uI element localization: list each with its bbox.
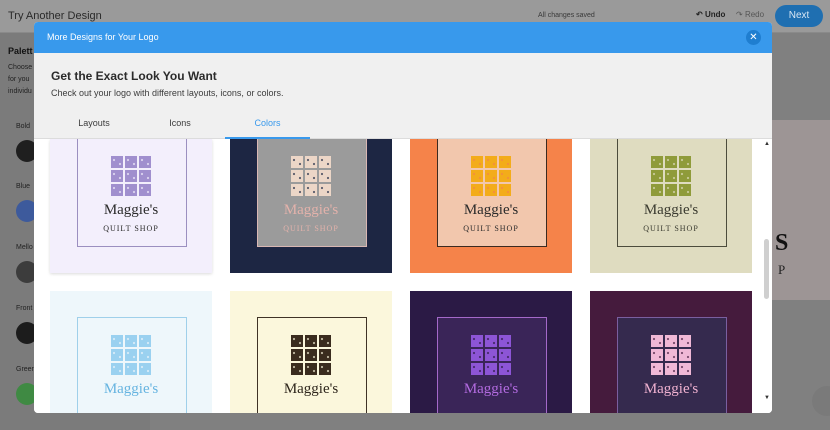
logo-subtitle: QUILT SHOP bbox=[103, 224, 159, 233]
design-tile[interactable]: Maggie's QUILT SHOP bbox=[230, 139, 392, 273]
tab-icons[interactable]: Icons bbox=[140, 116, 220, 139]
design-tile[interactable]: Maggie's bbox=[410, 291, 572, 413]
more-designs-modal: More Designs for Your Logo ✕ Get the Exa… bbox=[34, 22, 772, 413]
palette-label: Mello bbox=[16, 244, 33, 251]
palette-label: Blue bbox=[16, 183, 31, 190]
design-tile[interactable]: Maggie's QUILT SHOP bbox=[590, 139, 752, 273]
scroll-up-arrow-icon[interactable]: ▲ bbox=[764, 141, 770, 147]
logo-name: Maggie's bbox=[283, 381, 339, 397]
logo-subtitle: QUILT SHOP bbox=[643, 224, 699, 233]
preview-text: S bbox=[775, 230, 789, 256]
modal-heading: Get the Exact Look You Want bbox=[51, 69, 217, 83]
close-icon[interactable]: ✕ bbox=[746, 30, 761, 45]
modal-subheading: Check out your logo with different layou… bbox=[51, 88, 284, 98]
logo-name: Maggie's bbox=[103, 381, 159, 397]
quilt-icon bbox=[291, 156, 331, 196]
page-title: Try Another Design bbox=[8, 10, 102, 22]
design-tile[interactable]: Maggie's bbox=[590, 291, 752, 413]
quilt-icon bbox=[651, 156, 691, 196]
tab-layouts[interactable]: Layouts bbox=[54, 116, 134, 139]
design-tile[interactable]: Maggie's QUILT SHOP bbox=[50, 139, 212, 273]
logo-name: Maggie's bbox=[643, 202, 699, 218]
palette-label: Front bbox=[16, 305, 33, 312]
palette-label: Bold bbox=[16, 123, 31, 130]
design-tile[interactable]: Maggie's bbox=[230, 291, 392, 413]
logo-name: Maggie's bbox=[463, 202, 519, 218]
save-status: All changes saved bbox=[538, 12, 595, 19]
design-tile[interactable]: Maggie's QUILT SHOP bbox=[410, 139, 572, 273]
designs-grid: Maggie's QUILT SHOP Maggie's QUILT SHOP Magg… bbox=[34, 139, 772, 413]
design-tabs: Layouts Icons Colors bbox=[34, 116, 772, 139]
quilt-icon bbox=[111, 156, 151, 196]
logo-name: Maggie's bbox=[463, 381, 519, 397]
modal-title: More Designs for Your Logo bbox=[47, 32, 159, 42]
undo-button[interactable]: ↶ Undo bbox=[696, 10, 725, 19]
undo-label: Undo bbox=[704, 10, 726, 19]
design-tile[interactable]: Maggie's bbox=[50, 291, 212, 413]
logo-name: Maggie's bbox=[283, 202, 339, 218]
preview-text: P bbox=[778, 262, 786, 277]
tab-colors[interactable]: Colors bbox=[225, 116, 310, 139]
quilt-icon bbox=[471, 156, 511, 196]
scroll-down-arrow-icon[interactable]: ▼ bbox=[764, 395, 770, 401]
redo-label: Redo bbox=[744, 10, 765, 19]
quilt-icon bbox=[651, 335, 691, 375]
redo-button[interactable]: ↷ Redo bbox=[736, 10, 764, 19]
palette-title: Palett bbox=[8, 46, 33, 56]
scroll-thumb[interactable] bbox=[764, 239, 769, 299]
logo-subtitle: QUILT SHOP bbox=[283, 224, 339, 233]
quilt-icon bbox=[291, 335, 331, 375]
modal-header: More Designs for Your Logo ✕ bbox=[34, 22, 772, 53]
quilt-icon bbox=[471, 335, 511, 375]
modal-intro: Get the Exact Look You Want Check out yo… bbox=[34, 53, 772, 139]
logo-name: Maggie's bbox=[103, 202, 159, 218]
palette-label: Green bbox=[16, 366, 36, 373]
next-button[interactable]: Next bbox=[775, 5, 823, 27]
logo-name: Maggie's bbox=[643, 381, 699, 397]
quilt-icon bbox=[111, 335, 151, 375]
scrollbar[interactable]: ▲ ▼ bbox=[762, 139, 772, 413]
logo-subtitle: QUILT SHOP bbox=[463, 224, 519, 233]
